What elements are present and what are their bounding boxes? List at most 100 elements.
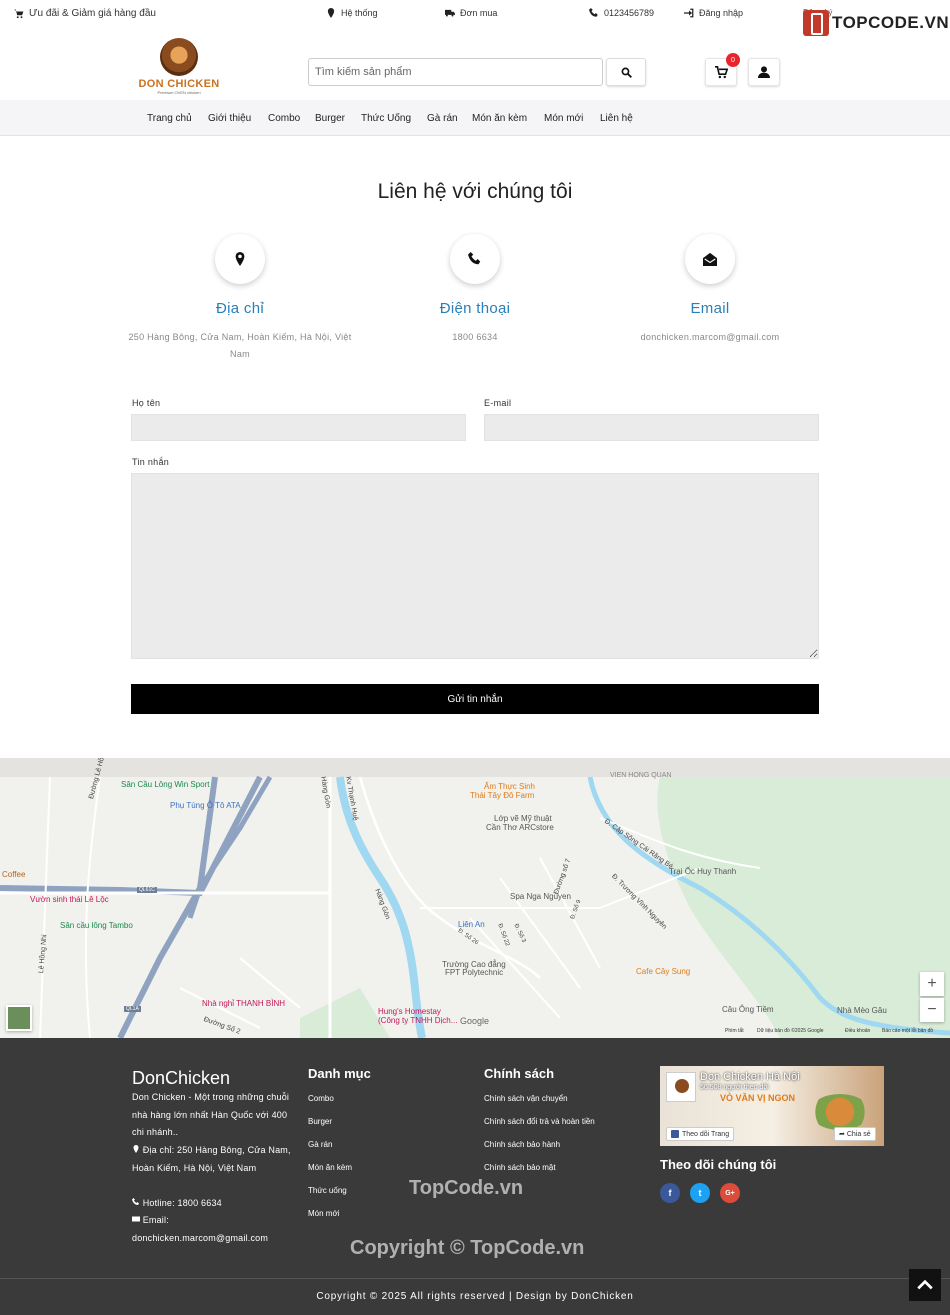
map-label[interactable]: Nhà Mèo Gâu	[837, 1006, 887, 1015]
map-label[interactable]: Liên An	[458, 920, 485, 929]
satellite-toggle-button[interactable]	[6, 1005, 32, 1031]
fb-share-button[interactable]: ➦ Chia sẻ	[834, 1127, 876, 1141]
footer-category-link[interactable]: Burger	[308, 1117, 332, 1126]
facebook-page-widget[interactable]: Don Chicken Hà Nội 56.508 người theo dõi…	[660, 1066, 884, 1146]
nav-item-sides[interactable]: Món ăn kèm	[472, 113, 527, 124]
footer-address-text: Địa chỉ: 250 Hàng Bông, Cửa Nam, Hoàn Ki…	[132, 1145, 291, 1173]
follow-us-title: Theo dõi chúng tôi	[660, 1157, 777, 1172]
topcode-watermark-logo: TOPCODE.VN	[803, 10, 949, 36]
google-logo: Google	[460, 1016, 490, 1026]
map-label[interactable]: Thái Tây Đô Farm	[470, 791, 534, 800]
map-label[interactable]: Spa Nga Nguyen	[510, 892, 571, 901]
topcode-badge-icon	[803, 10, 829, 36]
nav-item-burger[interactable]: Burger	[315, 113, 345, 124]
topcode-watermark: TopCode.vn	[409, 1177, 524, 1199]
footer-category-link[interactable]: Combo	[308, 1094, 334, 1103]
phone-icon-circle	[450, 234, 500, 284]
search-button[interactable]	[606, 58, 646, 86]
zoom-out-button[interactable]: −	[920, 998, 944, 1022]
google-map[interactable]: Sân Cầu Lông Win Sport Phụ Tùng Ô Tô ATA…	[0, 758, 950, 1038]
map-label[interactable]: Coffee	[2, 870, 25, 879]
footer-category-link[interactable]: Gà rán	[308, 1140, 332, 1149]
promo-text: Ưu đãi & Giảm giá hàng đầu	[29, 8, 156, 19]
message-textarea[interactable]	[131, 473, 819, 659]
copyright-text: Copyright © 2025 All rights reserved | D…	[316, 1291, 634, 1302]
map-label[interactable]: Ẩm Thực Sinh	[484, 782, 535, 791]
nav-item-drinks[interactable]: Thức Uống	[361, 113, 411, 124]
login-link[interactable]: Đăng nhập	[684, 8, 743, 18]
map-road-shield: QL61C	[137, 887, 157, 893]
map-label[interactable]: Câu Ông Tiềm	[722, 1005, 774, 1014]
fb-page-name[interactable]: Don Chicken Hà Nội	[700, 1071, 800, 1083]
phone-icon	[589, 8, 598, 17]
map-canvas	[0, 775, 950, 1038]
email-title: Email	[690, 300, 730, 317]
twitter-icon[interactable]: t	[690, 1183, 710, 1203]
footer-policy-title: Chính sách	[484, 1066, 555, 1081]
map-label[interactable]: Hung's Homestay	[378, 1007, 441, 1016]
orders-text: Đơn mua	[460, 8, 498, 18]
nav-item-fried-chicken[interactable]: Gà rán	[427, 113, 458, 124]
footer-email: Email: donchicken.marcom@gmail.com	[132, 1212, 297, 1247]
envelope-open-icon	[703, 252, 717, 266]
address-text: 250 Hàng Bông, Cửa Nam, Hoàn Kiếm, Hà Nộ…	[128, 332, 352, 359]
send-message-button[interactable]: Gửi tin nhắn	[131, 684, 819, 714]
footer-hotline-text: Hotline: 1800 6634	[142, 1198, 222, 1208]
map-label[interactable]: FPT Polytechnic	[445, 968, 503, 977]
map-label[interactable]: Trại Ốc Huy Thanh	[669, 867, 736, 876]
brand-logo[interactable]: DON CHICKEN Premium OVEN chicken	[136, 38, 222, 95]
footer-policy-link[interactable]: Chính sách đổi trả và hoàn tiền	[484, 1117, 595, 1126]
map-label[interactable]: Cần Thơ ARCstore	[486, 823, 554, 832]
name-input[interactable]	[131, 414, 466, 441]
footer-policy-link[interactable]: Chính sách vận chuyển	[484, 1094, 568, 1103]
system-link[interactable]: Hệ thống	[326, 8, 378, 18]
google-plus-icon[interactable]: G+	[720, 1183, 740, 1203]
map-label[interactable]: Sân Cầu Lông Win Sport	[121, 780, 210, 789]
footer-policy-link[interactable]: Chính sách bảo hành	[484, 1140, 560, 1149]
nav-item-contact[interactable]: Liên hệ	[600, 113, 633, 124]
footer-divider	[0, 1278, 950, 1279]
fb-follow-button[interactable]: Theo dõi Trang	[666, 1127, 735, 1141]
cart-count-badge: 0	[726, 53, 740, 67]
map-label[interactable]: Sân cầu lông Tambo	[60, 921, 133, 930]
footer-category-link[interactable]: Món mới	[308, 1209, 339, 1218]
search-icon	[621, 67, 632, 78]
map-label[interactable]: Nhà nghỉ THANH BÌNH	[202, 999, 285, 1008]
address-icon-circle	[215, 234, 265, 284]
map-shortcuts-link[interactable]: Phím tắt	[725, 1028, 744, 1034]
map-label[interactable]: Cafe Cây Sung	[636, 967, 690, 976]
nav-item-about[interactable]: Giới thiệu	[208, 113, 251, 124]
nav-item-combo[interactable]: Combo	[268, 113, 300, 124]
nav-item-home[interactable]: Trang chủ	[147, 113, 192, 124]
footer-policy-link[interactable]: Chính sách bảo mật	[484, 1163, 556, 1172]
zoom-in-button[interactable]: +	[920, 972, 944, 996]
message-label: Tin nhắn	[132, 457, 170, 467]
brand-tagline: Premium OVEN chicken	[157, 90, 201, 95]
map-label[interactable]: (Công ty TNHH Dịch...	[378, 1016, 457, 1025]
facebook-icon	[671, 1130, 679, 1138]
name-label: Họ tên	[132, 398, 161, 408]
phone-icon	[468, 252, 481, 265]
phone-link[interactable]: 0123456789	[589, 8, 654, 18]
map-road-shield: QL1A	[124, 1006, 141, 1012]
footer-category-link[interactable]: Món ăn kèm	[308, 1163, 352, 1172]
promo-link[interactable]: Ưu đãi & Giảm giá hàng đầu	[14, 8, 156, 19]
footer-address: Địa chỉ: 250 Hàng Bông, Cửa Nam, Hoàn Ki…	[132, 1142, 292, 1177]
footer-category-link[interactable]: Thức uống	[308, 1186, 347, 1195]
fb-followers: 56.508 người theo dõi	[700, 1084, 769, 1091]
back-to-top-button[interactable]	[909, 1269, 941, 1301]
map-label[interactable]: Lớp vẽ Mỹ thuật	[494, 814, 552, 823]
facebook-icon[interactable]: f	[660, 1183, 680, 1203]
search-input[interactable]	[308, 58, 603, 86]
orders-link[interactable]: Đơn mua	[445, 8, 497, 18]
map-label[interactable]: Vườn sinh thái Lê Lộc	[30, 895, 109, 904]
map-terms-link[interactable]: Điều khoản	[845, 1028, 870, 1034]
login-text: Đăng nhập	[699, 8, 744, 18]
nav-item-new[interactable]: Món mới	[544, 113, 583, 124]
map-label[interactable]: Phụ Tùng Ô Tô ATA	[170, 801, 241, 810]
phone-text: 1800 6634	[452, 332, 498, 342]
email-label: E-mail	[484, 398, 512, 408]
map-report-link[interactable]: Báo cáo một lỗi bản đồ	[882, 1028, 933, 1034]
account-button[interactable]	[748, 58, 780, 86]
email-input[interactable]	[484, 414, 819, 441]
